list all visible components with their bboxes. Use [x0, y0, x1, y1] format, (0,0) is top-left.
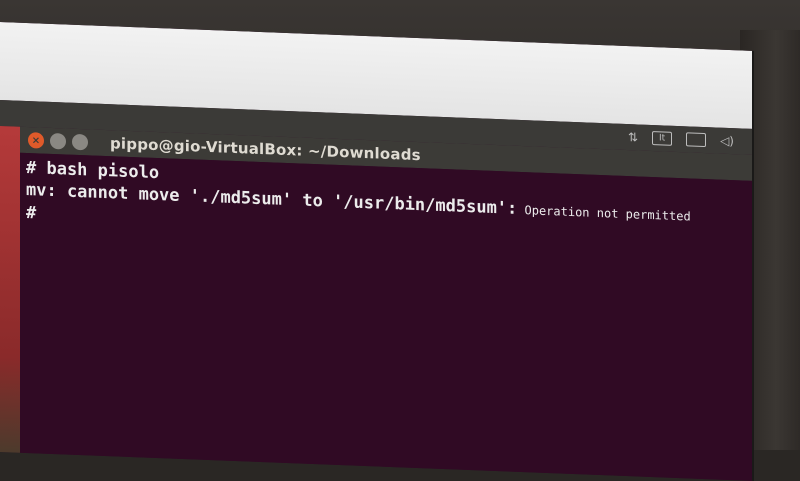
launcher-sidebar[interactable]: [0, 126, 20, 457]
volume-icon[interactable]: ◁): [720, 134, 734, 149]
display-screen: ⇅ It ◁) × pippo@gio-VirtualBox: ~/Downlo…: [0, 22, 754, 481]
minimize-button[interactable]: [50, 132, 66, 150]
error-reason: Operation not permitted: [517, 202, 691, 224]
keyboard-icon[interactable]: It: [652, 131, 673, 146]
network-icon[interactable]: ⇅: [628, 130, 638, 144]
terminal-output[interactable]: # bash pisolo mv: cannot move './md5sum'…: [20, 152, 752, 481]
battery-icon[interactable]: [686, 132, 707, 148]
close-icon: ×: [31, 134, 41, 147]
maximize-button[interactable]: [72, 133, 88, 151]
close-button[interactable]: ×: [28, 132, 44, 149]
terminal-window[interactable]: × pippo@gio-VirtualBox: ~/Downloads # ba…: [20, 126, 752, 481]
